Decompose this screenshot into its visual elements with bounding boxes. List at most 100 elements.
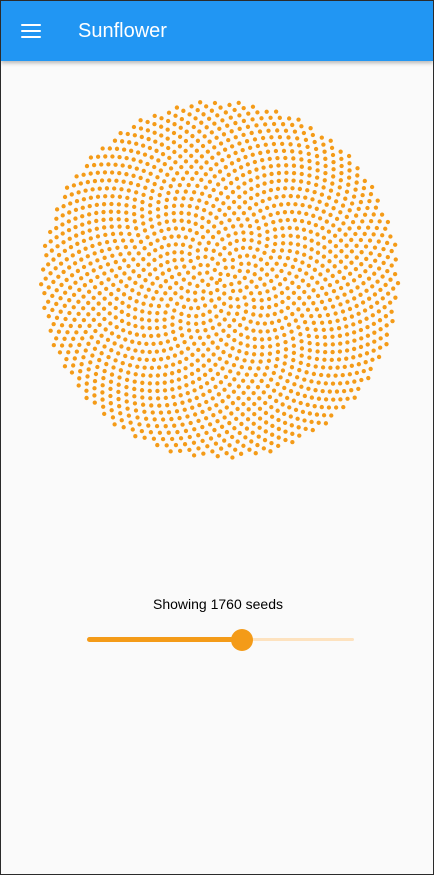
seed-dot <box>261 446 266 451</box>
seed-dot <box>195 328 200 334</box>
seed-dot <box>132 386 137 392</box>
seed-dot <box>67 310 72 316</box>
seed-dot <box>132 245 138 250</box>
seed-dot <box>148 217 153 222</box>
seed-dot <box>331 159 336 165</box>
seed-dot <box>131 124 137 130</box>
seed-dot <box>121 292 127 297</box>
seed-dot <box>108 217 114 222</box>
slider-thumb[interactable] <box>230 629 253 651</box>
seed-dot <box>94 226 99 231</box>
seed-dot <box>57 350 63 355</box>
seed-dot <box>366 296 372 301</box>
seed-dot <box>263 420 269 425</box>
seed-dot <box>259 267 264 272</box>
seed-dot <box>159 297 164 302</box>
seed-dot <box>339 249 344 254</box>
seed-dot <box>273 109 279 114</box>
seed-dot <box>197 402 202 408</box>
seed-dot <box>290 186 295 191</box>
seed-dot <box>295 136 300 141</box>
seed-dot <box>234 416 239 422</box>
seed-dot <box>314 153 320 159</box>
seed-dot <box>190 176 195 182</box>
seed-dot <box>242 275 247 281</box>
seed-dot <box>78 181 83 186</box>
seed-dot <box>139 428 144 434</box>
seed-dot <box>282 277 288 282</box>
seed-dot <box>313 146 319 152</box>
seed-dot <box>364 351 370 356</box>
seed-dot <box>232 338 237 343</box>
seed-dot <box>127 231 132 237</box>
seed-dot <box>297 367 302 373</box>
seed-dot <box>147 272 153 277</box>
seed-dot <box>378 287 383 293</box>
seed-dot <box>289 209 295 215</box>
seed-dot <box>135 262 141 268</box>
seed-dot <box>389 263 394 268</box>
seed-dot <box>359 377 364 383</box>
seed-dot <box>246 407 251 412</box>
seed-dot <box>283 128 289 133</box>
seed-dot <box>83 188 88 193</box>
seed-dot <box>100 146 105 151</box>
seed-dot <box>179 311 184 317</box>
seed-dot <box>187 251 192 257</box>
seed-dot <box>298 179 304 184</box>
seed-dot <box>214 403 219 408</box>
seed-dot <box>351 346 357 352</box>
seed-dot <box>118 411 123 416</box>
seed-dot <box>139 134 144 140</box>
seed-dot <box>83 329 88 335</box>
seed-dot <box>88 261 93 266</box>
seed-dot <box>124 392 129 397</box>
seed-dot <box>147 326 152 331</box>
seed-dot <box>179 203 185 208</box>
seed-dot <box>270 267 275 272</box>
seed-dot <box>324 291 329 296</box>
seed-dot <box>225 123 230 128</box>
seed-dot <box>122 258 127 263</box>
seed-dot <box>351 322 356 327</box>
seed-dot <box>194 395 199 401</box>
seed-dot <box>127 330 133 335</box>
seed-dot <box>241 237 247 243</box>
seed-dot <box>275 210 280 216</box>
seed-dot <box>226 172 231 177</box>
seed-dot <box>140 402 146 407</box>
seed-dot <box>148 241 154 247</box>
seed-dot <box>304 271 309 276</box>
seed-dot <box>344 332 350 337</box>
menu-button[interactable] <box>11 11 51 51</box>
seed-dot <box>177 359 182 365</box>
seed-dot <box>42 243 48 248</box>
seed-count-slider[interactable] <box>87 628 354 652</box>
seed-dot <box>263 410 269 416</box>
seed-dot <box>246 261 251 266</box>
seed-dot <box>137 422 142 427</box>
seed-dot <box>179 210 184 216</box>
seed-dot <box>155 310 160 316</box>
seed-dot <box>260 157 265 163</box>
seed-dot <box>221 132 227 137</box>
seed-dot <box>336 357 342 362</box>
seed-dot <box>56 274 61 279</box>
slider-active-track[interactable] <box>87 637 242 642</box>
seed-dot <box>159 116 164 121</box>
seed-dot <box>213 384 218 390</box>
seed-dot <box>171 130 177 136</box>
seed-dot <box>364 256 369 262</box>
seed-dot <box>283 315 288 321</box>
seed-dot <box>315 280 320 285</box>
seed-dot <box>160 271 165 276</box>
seed-dot <box>297 186 303 192</box>
seed-dot <box>237 113 242 118</box>
seed-dot <box>241 230 246 235</box>
seed-dot <box>358 199 364 205</box>
seed-dot <box>180 400 185 405</box>
seed-dot <box>314 412 320 417</box>
seed-dot <box>301 130 307 136</box>
seed-dot <box>105 337 111 343</box>
seed-dot <box>299 219 305 224</box>
